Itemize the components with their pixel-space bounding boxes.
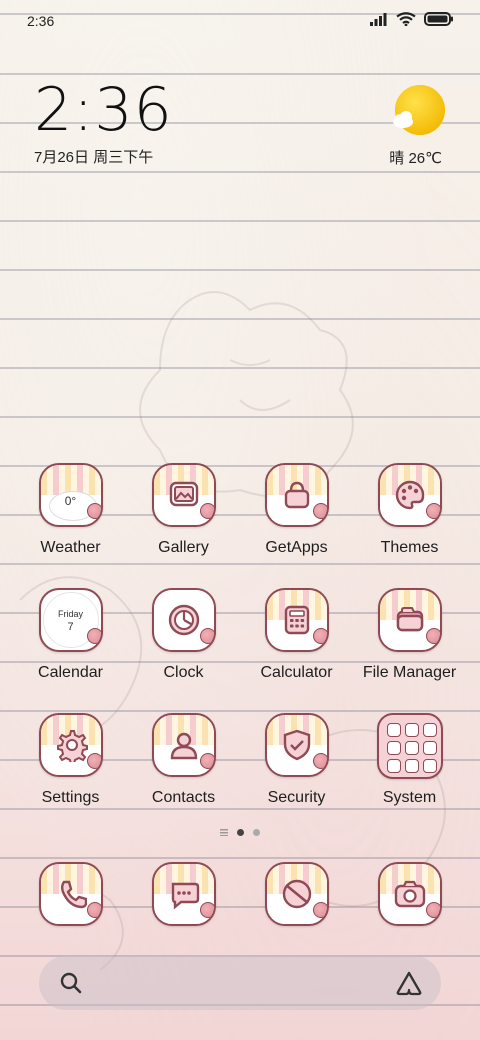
calendar-icon-day: Friday	[57, 609, 84, 619]
contact-icon	[151, 713, 216, 777]
search-bar[interactable]	[39, 956, 441, 1010]
battery-icon	[424, 12, 453, 26]
app-label: Clock	[163, 664, 204, 681]
weather-widget[interactable]	[390, 84, 446, 143]
dock-phone[interactable]	[14, 862, 127, 926]
gallery-icon	[151, 463, 216, 527]
weather-text: 晴 26℃	[389, 150, 442, 167]
dock-browser[interactable]	[240, 862, 353, 926]
weather-icon-temp: 0°	[64, 494, 77, 508]
app-system-folder[interactable]: System	[353, 713, 466, 807]
app-security[interactable]: Security	[240, 713, 353, 807]
app-clock[interactable]: Clock	[127, 588, 240, 682]
app-themes[interactable]: Themes	[353, 463, 466, 557]
browser-icon	[264, 862, 329, 926]
wifi-icon	[396, 12, 416, 26]
page-dot-active	[237, 829, 244, 836]
app-settings[interactable]: Settings	[14, 713, 127, 807]
system-folder-icon	[376, 713, 443, 779]
folder-icon	[377, 588, 442, 652]
calendar-icon-date: 7	[67, 621, 74, 633]
message-icon	[151, 862, 216, 926]
calculator-icon	[264, 588, 329, 652]
app-label: GetApps	[265, 539, 328, 556]
app-label: Security	[267, 789, 326, 806]
app-file-manager[interactable]: File Manager	[353, 588, 466, 682]
signal-icon	[370, 13, 387, 26]
app-label: Calendar	[38, 664, 103, 681]
widget-time: 2:36	[34, 75, 173, 145]
app-calculator[interactable]: Calculator	[240, 588, 353, 682]
app-label: Gallery	[158, 539, 209, 556]
page-dot	[253, 829, 260, 836]
app-label: Calculator	[260, 664, 333, 681]
shopping-bag-icon	[264, 463, 329, 527]
calendar-icon: Friday 7	[38, 588, 103, 652]
search-icon[interactable]	[59, 971, 83, 995]
weather-icon: 0°	[38, 463, 103, 527]
gear-icon	[38, 713, 103, 777]
palette-icon	[377, 463, 442, 527]
status-bar: 2:36	[0, 0, 480, 42]
clock-icon	[151, 588, 216, 652]
page-indicator[interactable]	[0, 829, 480, 836]
status-time: 2:36	[27, 13, 55, 29]
app-label: System	[382, 789, 437, 806]
app-label: Settings	[41, 789, 100, 806]
sunny-cloud-icon	[393, 85, 445, 135]
shield-icon	[264, 713, 329, 777]
assistant-icon[interactable]	[395, 970, 423, 996]
status-icons	[370, 12, 454, 26]
app-label: Themes	[380, 539, 439, 556]
app-contacts[interactable]: Contacts	[127, 713, 240, 807]
phone-icon	[38, 862, 103, 926]
app-weather[interactable]: 0° Weather	[14, 463, 127, 557]
app-label: File Manager	[362, 664, 457, 681]
dock-camera[interactable]	[353, 862, 466, 926]
dock-messages[interactable]	[127, 862, 240, 926]
app-label: Contacts	[151, 789, 216, 806]
minus-one-page-indicator	[220, 829, 228, 836]
clock-widget[interactable]: 2:36 7月26日 周三下午	[34, 78, 173, 167]
app-gallery[interactable]: Gallery	[127, 463, 240, 557]
app-label: Weather	[40, 539, 101, 556]
app-calendar[interactable]: Friday 7 Calendar	[14, 588, 127, 682]
app-getapps[interactable]: GetApps	[240, 463, 353, 557]
camera-icon	[377, 862, 442, 926]
widget-date: 7月26日 周三下午	[34, 149, 154, 166]
